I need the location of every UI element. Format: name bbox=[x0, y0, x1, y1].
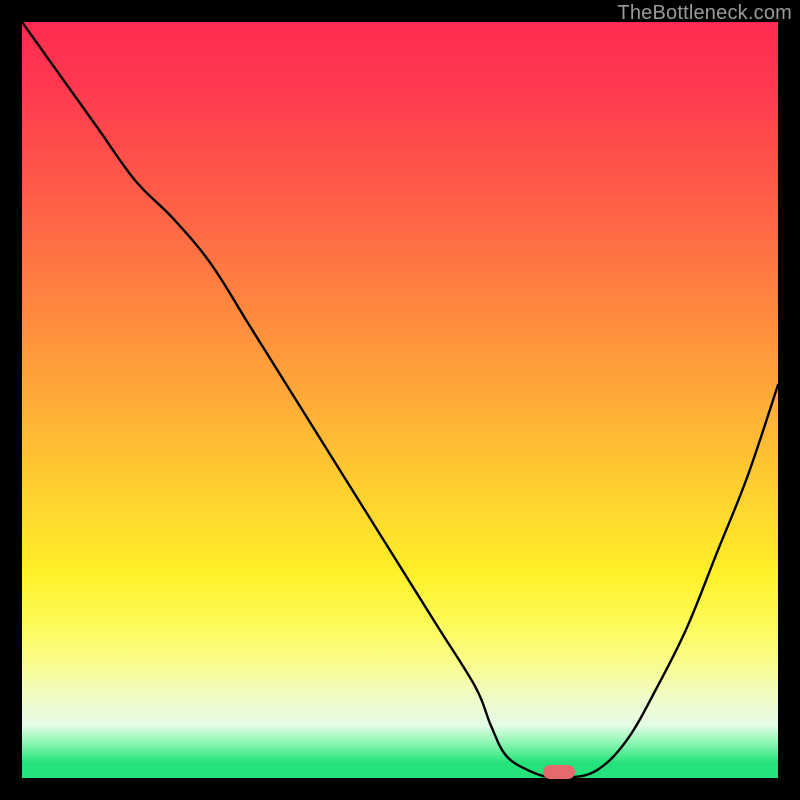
bottleneck-curve bbox=[22, 22, 778, 779]
optimal-marker bbox=[543, 765, 575, 779]
chart-stage: TheBottleneck.com bbox=[0, 0, 800, 800]
chart-curve-layer bbox=[22, 22, 778, 778]
watermark-text: TheBottleneck.com bbox=[617, 2, 792, 25]
